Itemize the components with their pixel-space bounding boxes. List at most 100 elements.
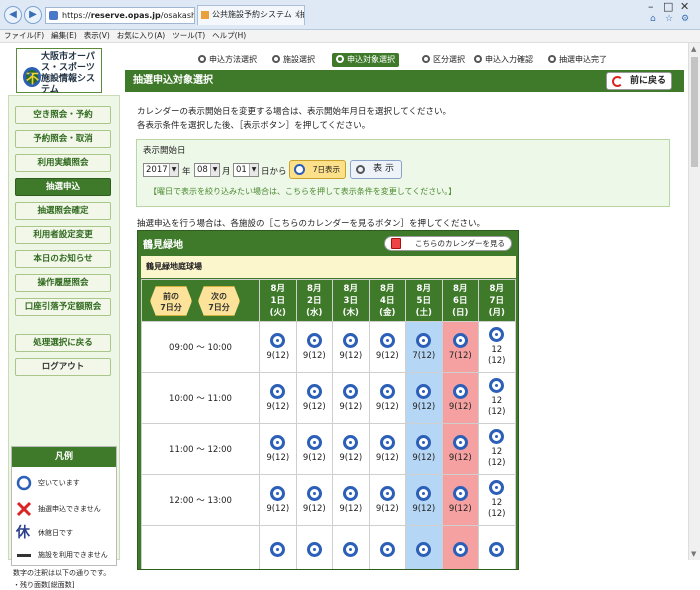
nav-lottery-confirm[interactable]: 抽選照会確定 (15, 202, 111, 220)
availability-cell[interactable]: 9(12) (259, 474, 297, 526)
show-button[interactable]: 表 示 (350, 160, 402, 179)
availability-cell[interactable]: 12 (12) (478, 423, 516, 475)
back-button[interactable]: 前に戻る (606, 72, 672, 90)
availability-cell[interactable]: 9(12) (259, 423, 297, 475)
availability-cell[interactable]: 9(12) (368, 423, 406, 475)
filter-link[interactable]: 【曜日で表示を絞り込みたい場合は、こちらを押して表示条件を変更してください。】 (149, 186, 456, 197)
month-select[interactable]: 08 ▼ (194, 163, 220, 177)
vertical-scrollbar[interactable]: ▲ ▼ (688, 43, 700, 560)
availability-cell[interactable] (295, 525, 333, 569)
nav-reservation-cancel[interactable]: 予約照会・取消 (15, 130, 111, 148)
month-unit: 月 (222, 167, 231, 177)
nav-lottery-apply[interactable]: 抽選申込 (15, 178, 111, 196)
availability-cell[interactable]: 9(12) (295, 474, 333, 526)
availability-cell[interactable]: 9(12) (405, 372, 443, 424)
availability-cell[interactable] (405, 525, 443, 569)
address-host: reserve.opas.jp (90, 11, 161, 20)
next-7days-button[interactable]: 次の 7日分 (198, 286, 240, 316)
nav-today-notice[interactable]: 本日のお知らせ (15, 250, 111, 268)
availability-cell[interactable]: 9(12) (405, 423, 443, 475)
nav-vacancy-reservation[interactable]: 空き照会・予約 (15, 106, 111, 124)
nav-operation-history[interactable]: 操作履歴照会 (15, 274, 111, 292)
scroll-thumb[interactable] (691, 57, 698, 167)
availability-cell[interactable]: 12 (12) (478, 372, 516, 424)
scroll-down-icon[interactable]: ▼ (691, 550, 696, 558)
availability-cell[interactable] (478, 525, 516, 569)
step-slot: 区分選択 (422, 53, 465, 67)
step-label: 申込方法選択 (209, 55, 257, 64)
availability-cell[interactable] (441, 525, 479, 569)
browser-tab[interactable]: 公共施設予約システム（抽... × (197, 5, 305, 25)
kyu-icon: 休 (16, 525, 30, 541)
menu-favorites[interactable]: お気に入り(A) (117, 31, 165, 40)
day-header: 8月 6日 (日) (441, 279, 479, 322)
scroll-up-icon[interactable]: ▲ (691, 45, 696, 53)
availability-cell[interactable]: 7(12) (405, 321, 443, 373)
availability-cell[interactable]: 9(12) (368, 474, 406, 526)
back-nav-icon[interactable]: ◀ (4, 6, 22, 24)
menu-file[interactable]: ファイル(F) (4, 31, 44, 40)
tab-close-icon[interactable]: × (294, 6, 301, 24)
availability-cell[interactable]: 9(12) (441, 372, 479, 424)
available-circle-icon (306, 542, 322, 557)
view-calendar-button[interactable]: こちらのカレンダーを見る (384, 236, 512, 251)
availability-cell[interactable]: 9(12) (441, 474, 479, 526)
seven-day-button[interactable]: 7日表示 (289, 160, 346, 179)
menu-edit[interactable]: 編集(E) (51, 31, 77, 40)
availability-cell[interactable] (368, 525, 406, 569)
availability-cell[interactable]: 9(12) (368, 372, 406, 424)
home-icon[interactable]: ⌂ (650, 14, 656, 24)
menu-view[interactable]: 表示(V) (84, 31, 110, 40)
availability-cell[interactable]: 9(12) (332, 321, 370, 373)
minimize-icon[interactable]: – (648, 0, 654, 13)
forward-nav-icon[interactable]: ▶ (24, 6, 42, 24)
menu-bar: ファイル(F) 編集(E) 表示(V) お気に入り(A) ツール(T) ヘルプ(H) (0, 30, 700, 43)
nav-debit-schedule[interactable]: 口座引落予定額照会 (15, 298, 111, 316)
available-circle-icon (343, 383, 359, 399)
nav-back-to-menu[interactable]: 処理選択に戻る (15, 334, 111, 352)
availability-cell[interactable]: 9(12) (295, 423, 333, 475)
day-select[interactable]: 01 ▼ (233, 163, 259, 177)
available-circle-icon (379, 383, 395, 399)
step-facility: 施設選択 (272, 53, 315, 67)
step-label: 申込入力確認 (485, 55, 533, 64)
address-bar[interactable]: https://reserve.opas.jp/osakashi/ (45, 7, 195, 24)
availability-cell[interactable] (259, 525, 297, 569)
menu-tools[interactable]: ツール(T) (172, 31, 205, 40)
site-logo[interactable]: 不 大阪市オーパス・スポーツ施設情報システム (16, 48, 102, 95)
close-window-icon[interactable]: ✕ (680, 0, 689, 13)
favorites-star-icon[interactable]: ☆ (665, 14, 673, 24)
availability-cell[interactable] (332, 525, 370, 569)
legend-text-available: 空いています (38, 479, 80, 487)
availability-cell[interactable]: 9(12) (259, 372, 297, 424)
availability-cell[interactable]: 12 (12) (478, 321, 516, 373)
availability-cell[interactable]: 9(12) (332, 474, 370, 526)
legend-title: 凡例 (12, 447, 116, 467)
availability-cell[interactable]: 9(12) (405, 474, 443, 526)
year-select[interactable]: 2017 ▼ (143, 163, 179, 177)
availability-cell[interactable]: 12 (12) (478, 474, 516, 526)
step-method: 申込方法選択 (198, 53, 257, 67)
availability-cell[interactable]: 9(12) (332, 372, 370, 424)
browser-chrome: ◀ ▶ https://reserve.opas.jp/osakashi/ 公共… (0, 0, 700, 30)
nav-user-settings[interactable]: 利用者設定変更 (15, 226, 111, 244)
availability-cell[interactable]: 9(12) (295, 321, 333, 373)
maximize-icon[interactable]: □ (663, 0, 673, 13)
nav-logout[interactable]: ログアウト (15, 358, 111, 376)
chevron-down-icon: ▼ (249, 164, 258, 176)
available-circle-icon (270, 383, 286, 399)
availability-cell[interactable]: 9(12) (332, 423, 370, 475)
availability-cell[interactable]: 9(12) (259, 321, 297, 373)
available-circle-icon (270, 485, 286, 501)
menu-help[interactable]: ヘルプ(H) (212, 31, 246, 40)
availability-cell[interactable]: 9(12) (441, 423, 479, 475)
available-circle-icon (416, 383, 432, 399)
time-slot-label: 10:00 ～ 11:00 (141, 372, 260, 424)
address-prefix: https:// (62, 11, 91, 20)
nav-usage-history[interactable]: 利用実績照会 (15, 154, 111, 172)
availability-cell[interactable]: 7(12) (441, 321, 479, 373)
availability-cell[interactable]: 9(12) (368, 321, 406, 373)
settings-gear-icon[interactable]: ⚙ (681, 14, 689, 24)
prev-7days-button[interactable]: 前の 7日分 (150, 286, 192, 316)
availability-cell[interactable]: 9(12) (295, 372, 333, 424)
